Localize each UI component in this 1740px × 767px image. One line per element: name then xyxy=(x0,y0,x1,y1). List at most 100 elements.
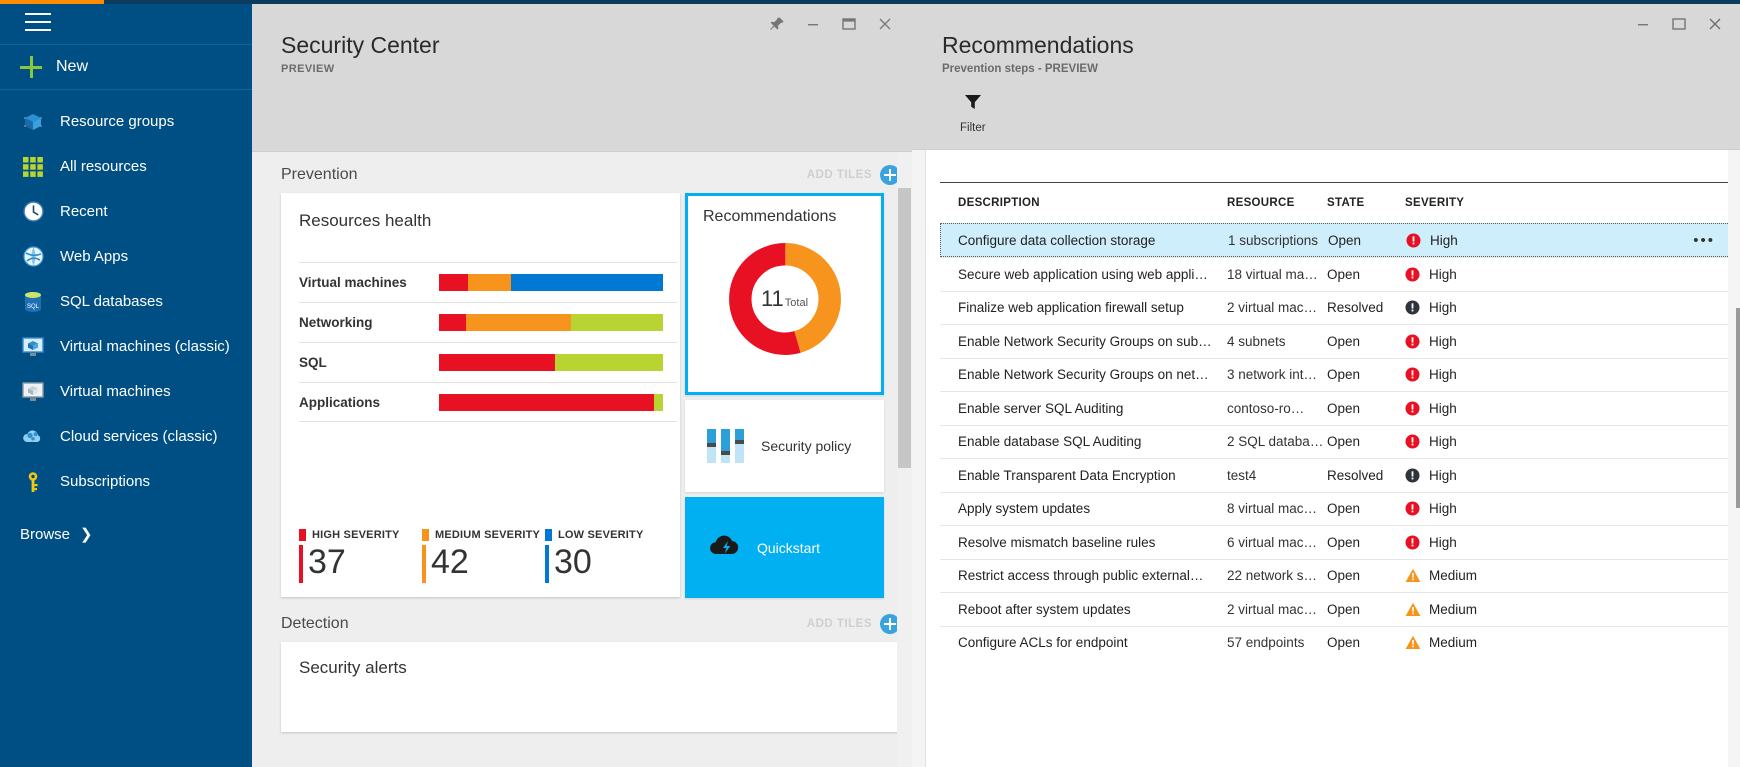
table-row[interactable]: Enable server SQL Auditing contoso-ro… Ope… xyxy=(940,391,1730,425)
resources-health-tile[interactable]: Resources health Virtual machines Network… xyxy=(281,193,680,597)
add-tiles-button-prevention[interactable]: ADD TILES xyxy=(807,165,900,185)
virtual-machine-icon xyxy=(20,379,46,405)
table-row[interactable]: Secure web application using web appli… 1… xyxy=(940,257,1730,291)
security-center-header: Security Center PREVIEW xyxy=(252,4,912,152)
security-alerts-tile[interactable]: Security alerts xyxy=(281,642,900,732)
recommendations-tile[interactable]: Recommendations 11 Total xyxy=(685,193,884,395)
virtual-machine-classic-icon xyxy=(20,334,46,360)
minimize-icon[interactable] xyxy=(1626,10,1660,38)
blade-window-controls xyxy=(760,10,902,38)
scrollbar-thumb[interactable] xyxy=(1736,308,1740,508)
key-icon xyxy=(20,469,46,495)
pin-icon[interactable] xyxy=(760,10,794,38)
health-segment-high xyxy=(439,314,466,331)
close-icon[interactable] xyxy=(868,10,902,38)
top-bar-background xyxy=(104,0,1740,4)
cell-severity: High xyxy=(1405,367,1555,382)
resource-health-row[interactable]: SQL xyxy=(299,342,677,382)
cell-state: Open xyxy=(1327,501,1361,517)
severity-label: High xyxy=(1429,333,1457,349)
severity-counter-header: LOW SEVERITY xyxy=(545,529,668,541)
cell-resource: 6 virtual mac… xyxy=(1227,534,1318,550)
add-tiles-label: ADD TILES xyxy=(806,169,872,181)
add-tiles-label: ADD TILES xyxy=(806,618,872,630)
table-row[interactable]: Reboot after system updates 2 virtual mac… xyxy=(940,592,1730,626)
filter-button[interactable]: Filter xyxy=(960,92,986,134)
filter-label: Filter xyxy=(960,122,986,134)
severity-accent-bar xyxy=(299,545,303,583)
sidebar-item-virtual-machines-classic[interactable]: Virtual machines (classic) xyxy=(0,324,252,369)
table-row[interactable]: Finalize web application firewall setup 2… xyxy=(940,290,1730,325)
sidebar-item-subscriptions[interactable]: Subscriptions xyxy=(0,459,252,504)
sidebar-item-label: All resources xyxy=(60,158,147,175)
severity-label: High xyxy=(1429,467,1457,483)
severity-high-resolved-icon xyxy=(1405,300,1420,315)
web-apps-icon xyxy=(20,244,46,270)
page-subtitle: Prevention steps - PREVIEW xyxy=(942,63,1098,75)
severity-label: High xyxy=(1429,534,1457,550)
severity-counter-label: HIGH SEVERITY xyxy=(312,529,400,541)
resource-health-row[interactable]: Networking xyxy=(299,302,677,342)
more-options-icon[interactable]: ••• xyxy=(1693,232,1715,249)
table-row[interactable]: Resolve mismatch baseline rules 6 virtual… xyxy=(940,525,1730,559)
cell-resource: 18 virtual ma… xyxy=(1227,266,1318,282)
browse-button[interactable]: Browse ❯ xyxy=(0,510,252,558)
sidebar-item-recent[interactable]: Recent xyxy=(0,189,252,234)
health-segment-high xyxy=(439,393,655,411)
sidebar-item-label: Subscriptions xyxy=(60,473,151,490)
sidebar-item-web-apps[interactable]: Web Apps xyxy=(0,234,252,279)
security-center-scrollbar[interactable] xyxy=(897,152,912,767)
health-segment-medium xyxy=(468,274,511,291)
table-row[interactable]: Restrict access through public external…… xyxy=(940,558,1730,593)
cell-state: Open xyxy=(1327,568,1361,584)
table-row[interactable]: Enable Network Security Groups on net… 3 … xyxy=(940,357,1730,392)
security-policy-label: Security policy xyxy=(761,438,852,454)
close-icon[interactable] xyxy=(1698,10,1732,38)
severity-counter-value: 37 xyxy=(308,543,346,581)
row-actions[interactable]: ••• xyxy=(1556,232,1729,249)
column-header-state: STATE xyxy=(1327,197,1365,209)
severity-counters: HIGH SEVERITY 37 MEDIUM SEVERITY 42 LOW SEVE… xyxy=(299,529,668,583)
resource-health-row[interactable]: Applications xyxy=(299,382,677,422)
sidebar-item-virtual-machines[interactable]: Virtual machines xyxy=(0,369,252,414)
cell-description: Finalize web application firewall setup xyxy=(958,300,1184,316)
table-row[interactable]: Enable database SQL Auditing 2 SQL databa… xyxy=(940,424,1730,459)
hamburger-menu-button[interactable] xyxy=(0,0,252,44)
blade-window-controls xyxy=(1626,10,1732,38)
cell-resource: 1 subscriptions xyxy=(1228,232,1319,248)
recommendations-scrollbar[interactable] xyxy=(1728,150,1740,767)
scrollbar-thumb[interactable] xyxy=(898,188,911,468)
sidebar-item-resource-groups[interactable]: Resource groups xyxy=(0,99,252,144)
severity-label: Medium xyxy=(1429,635,1478,651)
sidebar-item-label: Web Apps xyxy=(60,248,129,265)
table-row[interactable]: Configure data collection storage 1 subsc… xyxy=(940,223,1730,257)
cell-resource: 57 endpoints xyxy=(1227,635,1305,651)
sidebar-item-all-resources[interactable]: All resources xyxy=(0,144,252,189)
severity-accent-bar xyxy=(422,545,426,583)
page-title: Recommendations xyxy=(942,32,1134,58)
minimize-icon[interactable] xyxy=(796,10,830,38)
table-row[interactable]: Enable Network Security Groups on sub… 4 … xyxy=(940,324,1730,358)
add-tiles-button-detection[interactable]: ADD TILES xyxy=(807,614,900,634)
maximize-icon[interactable] xyxy=(832,10,866,38)
tile-title: Resources health xyxy=(299,211,432,230)
sidebar-item-sql-databases[interactable]: SQL SQL databases xyxy=(0,279,252,324)
severity-high-open-icon xyxy=(1405,334,1420,349)
severity-counter-value-wrap: 30 xyxy=(545,542,668,583)
quickstart-tile[interactable]: Quickstart xyxy=(685,497,884,598)
resource-health-row[interactable]: Virtual machines xyxy=(299,262,677,302)
sidebar-item-label: SQL databases xyxy=(60,293,163,310)
cell-resource: 3 network int… xyxy=(1227,367,1318,383)
maximize-icon[interactable] xyxy=(1662,10,1696,38)
security-policy-tile[interactable]: Security policy xyxy=(685,400,884,492)
table-row[interactable]: Enable Transparent Data Encryption test4 R… xyxy=(940,458,1730,492)
sidebar-item-label: Virtual machines (classic) xyxy=(60,338,230,355)
recommendations-total-value: 11 xyxy=(760,286,784,311)
cell-state: Open xyxy=(1327,534,1361,550)
table-row[interactable]: Apply system updates 8 virtual mac… Open Hi… xyxy=(940,491,1730,526)
sidebar-item-cloud-services[interactable]: Cloud services (classic) xyxy=(0,414,252,459)
prevention-section-header: Prevention ADD TILES xyxy=(252,152,912,193)
new-button[interactable]: New xyxy=(0,45,252,89)
resource-health-label: Applications xyxy=(299,394,381,410)
table-row[interactable]: Configure ACLs for endpoint 57 endpoints O… xyxy=(940,625,1730,660)
